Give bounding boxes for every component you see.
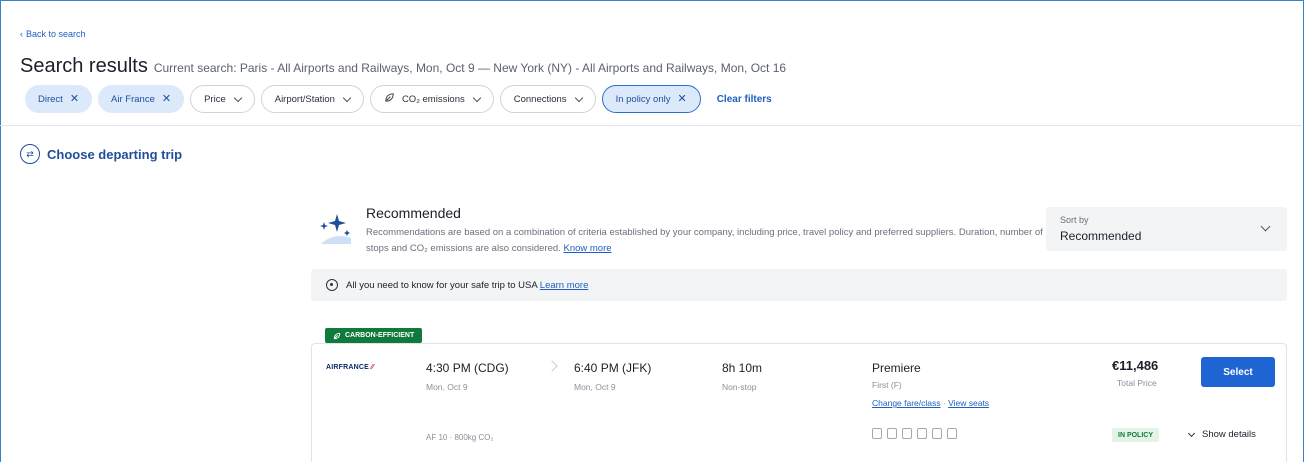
chevron-down-icon	[233, 93, 242, 102]
filter-chip-label: Connections	[513, 93, 567, 105]
fare-class: First (F)	[872, 380, 902, 390]
leaf-icon	[384, 92, 395, 106]
show-details-toggle[interactable]: Show details	[1187, 429, 1256, 440]
seat-icon	[872, 428, 882, 439]
filter-chip-label: CO₂ emissions	[401, 93, 465, 105]
filter-chip-air-france[interactable]: Air France ✕	[98, 85, 185, 113]
close-icon[interactable]: ✕	[162, 93, 171, 105]
chevron-down-icon	[1260, 221, 1271, 232]
wifi-icon	[917, 428, 927, 439]
flight-result-card: AIRFRANCE ⁄⁄ 4:30 PM (CDG) Mon, Oct 9 6:…	[311, 343, 1287, 462]
filter-chip-label: Price	[204, 93, 226, 105]
arrival-date: Mon, Oct 9	[574, 382, 616, 392]
total-price: €11,486	[1112, 358, 1159, 373]
chevron-down-icon	[574, 93, 583, 102]
chevron-down-icon	[472, 93, 481, 102]
chevron-down-icon	[342, 93, 352, 102]
close-icon[interactable]: ✕	[70, 93, 79, 105]
sort-by-dropdown[interactable]: Sort by Recommended	[1046, 207, 1287, 251]
recommended-description: Recommendations are based on a combinati…	[366, 225, 1046, 257]
page-title: Search results	[20, 55, 148, 77]
info-icon	[326, 279, 338, 291]
power-icon	[932, 428, 942, 439]
filter-dropdown-co2-emissions[interactable]: CO₂ emissions	[369, 85, 494, 113]
close-icon[interactable]: ✕	[677, 93, 686, 105]
filter-chip-label: Air France	[111, 93, 155, 105]
filter-chip-label: In policy only	[615, 93, 671, 105]
view-seats-link[interactable]: View seats	[948, 398, 989, 408]
sparkle-icon	[320, 214, 351, 244]
filter-chip-direct[interactable]: Direct ✕	[25, 85, 93, 113]
recommended-title: Recommended	[366, 205, 461, 221]
air-france-logo: AIRFRANCE ⁄⁄	[326, 364, 374, 371]
total-price-label: Total Price	[1117, 378, 1157, 388]
chevron-left-icon: ‹	[20, 29, 23, 39]
sort-by-value: Recommended	[1060, 229, 1142, 243]
sort-by-label: Sort by	[1060, 215, 1089, 225]
flight-stops: Non-stop	[722, 382, 757, 392]
filter-chip-in-policy-only[interactable]: In policy only ✕	[601, 85, 701, 113]
clear-filters-link[interactable]: Clear filters	[717, 94, 772, 105]
change-fare-class-link[interactable]: Change fare/class	[872, 398, 941, 408]
show-details-label: Show details	[1202, 429, 1256, 440]
filter-bar: Direct ✕ Air France ✕ Price Airport/Stat…	[25, 85, 772, 113]
know-more-link[interactable]: Know more	[563, 243, 611, 254]
choose-departing-trip: ⇄ Choose departing trip	[20, 144, 182, 164]
filter-chip-label: Airport/Station	[274, 93, 335, 105]
departing-arrows-icon: ⇄	[20, 144, 40, 164]
flight-number-emissions: AF 10 · 800kg CO₂	[426, 433, 494, 442]
more-amenities-icon	[947, 428, 957, 439]
chevron-down-icon	[1187, 429, 1196, 437]
departing-title: Choose departing trip	[47, 146, 183, 162]
filter-dropdown-connections[interactable]: Connections	[499, 85, 596, 113]
current-search-summary: Current search: Paris - All Airports and…	[153, 61, 787, 75]
fare-links-separator: ·	[942, 398, 946, 408]
fare-name: Premiere	[872, 361, 921, 375]
departure-time: 4:30 PM (CDG)	[426, 361, 509, 375]
departure-date: Mon, Oct 9	[426, 382, 468, 392]
meal-icon	[902, 428, 912, 439]
filter-chip-label: Direct	[38, 93, 63, 105]
back-to-search-link[interactable]: ‹ Back to search	[20, 29, 86, 39]
chevron-right-icon	[546, 360, 558, 372]
search-header: ‹ Back to search Search results Current …	[0, 0, 1302, 126]
in-policy-badge: IN POLICY	[1112, 428, 1160, 442]
fare-links: Change fare/class · View seats	[872, 398, 989, 408]
title-row: Search results Current search: Paris - A…	[20, 55, 786, 78]
safe-trip-message: All you need to know for your safe trip …	[346, 279, 538, 291]
select-flight-button[interactable]: Select	[1201, 357, 1275, 387]
amenity-icons	[872, 428, 957, 439]
safe-trip-text: All you need to know for your safe trip …	[346, 280, 588, 291]
filter-dropdown-price[interactable]: Price	[190, 85, 255, 113]
safe-trip-banner: All you need to know for your safe trip …	[311, 269, 1287, 301]
screen-icon	[887, 428, 897, 439]
carbon-efficient-label: CARBON-EFFICIENT	[345, 332, 415, 339]
arrival-time: 6:40 PM (JFK)	[574, 361, 652, 375]
back-to-search-label: Back to search	[26, 29, 86, 39]
flight-duration: 8h 10m	[722, 361, 763, 375]
recommended-description-text: Recommendations are based on a combinati…	[366, 227, 1043, 254]
carbon-efficient-badge: CARBON-EFFICIENT	[325, 328, 423, 343]
filter-dropdown-airport-station[interactable]: Airport/Station	[260, 85, 364, 113]
learn-more-link[interactable]: Learn more	[540, 280, 589, 291]
leaf-icon	[333, 332, 341, 339]
recommended-section: Recommended Recommendations are based on…	[310, 200, 1043, 260]
